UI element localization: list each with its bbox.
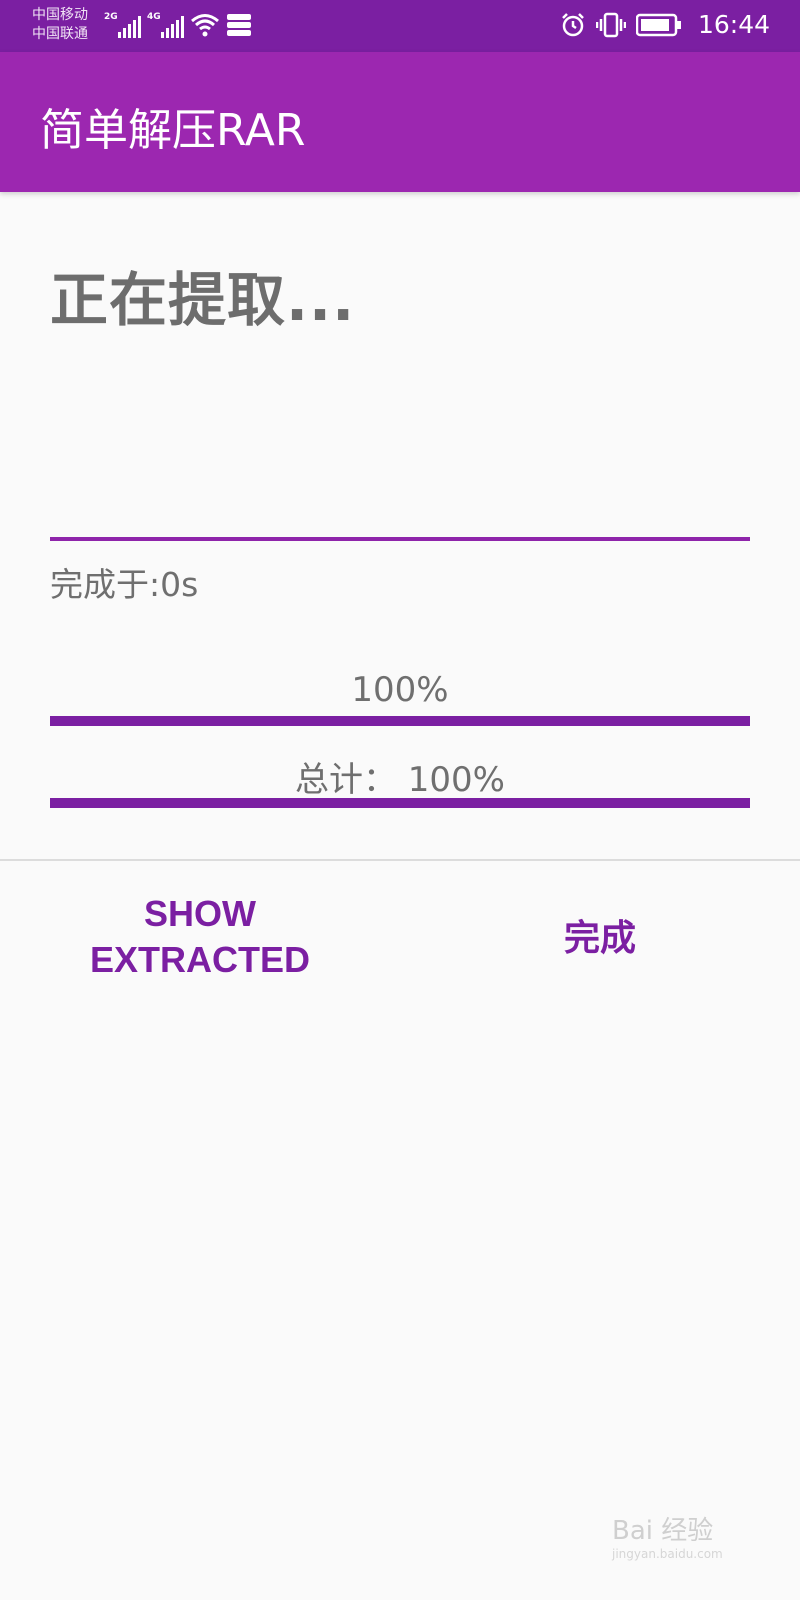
carrier-1: 中国移动 [32,7,88,23]
file-progress-label: 100% [351,670,449,710]
signal-icon: 4G [147,12,184,38]
alarm-icon [562,12,584,36]
network-type-1: 2G [104,12,118,22]
file-progress-bar [50,716,750,726]
signal-icon: 2G [104,12,141,38]
total-progress-bar [50,798,750,808]
watermark-text: Bai 经验 [612,1516,714,1546]
network-icons: 2G 4G [104,12,252,38]
carrier-names: 中国移动 中国联通 [32,6,88,44]
network-type-2: 4G [147,12,161,22]
extraction-title: 正在提取... [50,266,356,334]
battery-icon [635,13,681,36]
app-title: 简单解压RAR [40,105,306,156]
show-extracted-button[interactable]: SHOW EXTRACTED [60,890,340,984]
done-button[interactable]: 完成 [500,914,700,962]
vibrate-icon [595,12,626,37]
total-progress-fill [50,798,750,808]
status-bar: 中国移动 中国联通 2G 4G 16:44 [0,0,800,52]
watermark-subtext: jingyan.baidu.com [612,1547,723,1561]
app-bar: 简单解压RAR [0,52,800,192]
data-icon [227,14,251,36]
watermark: Bai 经验 jingyan.baidu.com [612,1510,723,1561]
total-progress-label: 总计： 100% [294,760,505,800]
file-progress-fill [50,716,750,726]
elapsed-time: 完成于:0s [50,565,199,604]
carrier-2: 中国联通 [32,26,88,42]
system-status: 16:44 [560,10,770,39]
clock: 16:44 [697,10,770,39]
title-underline [50,537,750,541]
wifi-icon [191,14,219,37]
button-divider [0,859,800,861]
